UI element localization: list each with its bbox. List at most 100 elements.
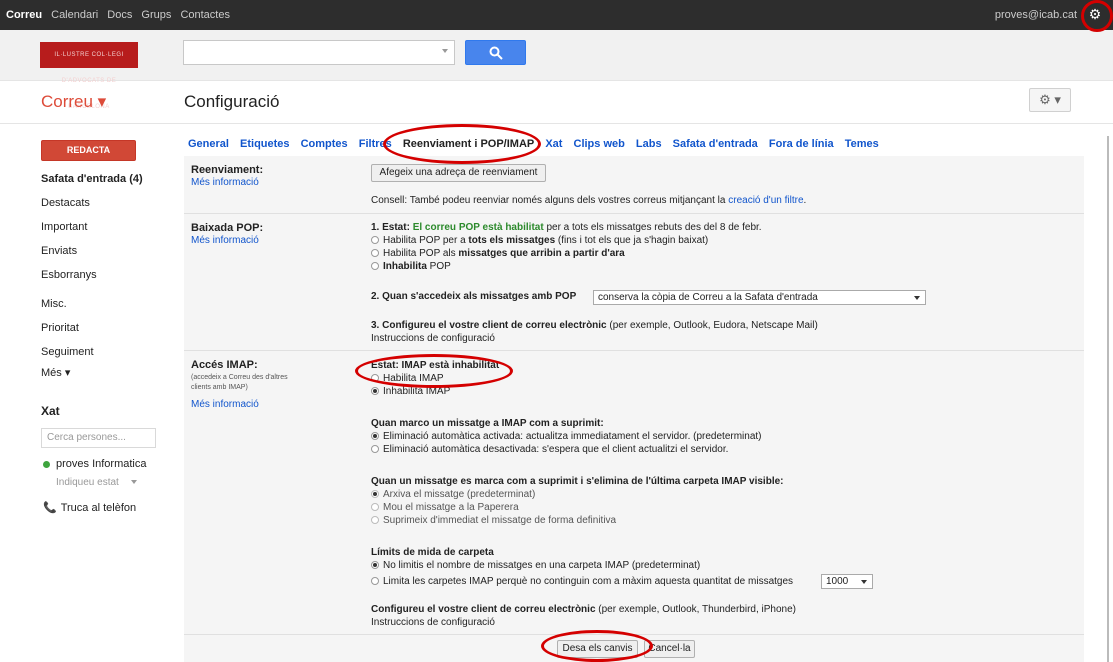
people-search-input[interactable]: Cerca persones... [41, 428, 156, 448]
nav-item-priority[interactable]: Prioritat [41, 322, 79, 334]
organization-logo[interactable]: IL·LUSTRE COL·LEGI D'ADVOCATS DE BARCELO… [40, 42, 138, 110]
app-link-docs[interactable]: Docs [107, 9, 132, 21]
app-link-groups[interactable]: Grups [141, 9, 171, 21]
nav-item-inbox[interactable]: Safata d'entrada (4) [41, 173, 143, 185]
tab-web-clips[interactable]: Clips web [574, 138, 625, 150]
pop-option-disable[interactable]: Inhabilita POP [371, 261, 451, 272]
tab-filters[interactable]: Filtres [359, 138, 392, 150]
option-text: POP [426, 261, 451, 272]
radio-button[interactable] [371, 249, 379, 257]
config-text: (per exemple, Outlook, Thunderbird, iPho… [595, 604, 796, 615]
option-text: Mou el missatge a la Paperera [383, 502, 519, 513]
header: IL·LUSTRE COL·LEGI D'ADVOCATS DE BARCELO… [0, 30, 1113, 110]
imap-enable-option[interactable]: Habilita IMAP [371, 373, 444, 384]
app-link-calendar[interactable]: Calendari [51, 9, 98, 21]
create-filter-link[interactable]: creació d'un filtre [728, 195, 803, 206]
radio-button[interactable] [371, 503, 379, 511]
option-text: Habilita POP als [383, 248, 459, 259]
section-divider [184, 634, 1084, 635]
tab-inbox[interactable]: Safata d'entrada [673, 138, 758, 150]
radio-button[interactable] [371, 374, 379, 382]
radio-button[interactable] [371, 577, 379, 585]
tab-forwarding-pop-imap[interactable]: Reenviament i POP/IMAP [403, 138, 534, 150]
pop-access-select[interactable]: conserva la còpia de Correu a la Safata … [593, 290, 926, 305]
page-title: Configuració [184, 92, 280, 111]
imap-disable-option[interactable]: Inhabilita IMAP [371, 386, 450, 397]
pop-more-info-link[interactable]: Més informació [191, 235, 259, 246]
option-text: (fins i tot els que ja s'hagin baixat) [555, 235, 709, 246]
save-changes-button[interactable]: Desa els canvis [557, 640, 638, 658]
account-gear-icon[interactable]: ⚙ [1087, 6, 1103, 22]
nav-item-misc[interactable]: Misc. [41, 298, 67, 310]
radio-button[interactable] [371, 561, 379, 569]
imap-archive-option[interactable]: Arxiva el missatge (predeterminat) [371, 489, 535, 500]
compose-button[interactable]: REDACTA [41, 140, 136, 161]
radio-button[interactable] [371, 432, 379, 440]
add-forwarding-address-button[interactable]: Afegeix una adreça de reenviament [371, 164, 546, 182]
tab-themes[interactable]: Temes [845, 138, 879, 150]
settings-tabs: General Etiquetes Comptes Filtres Reenvi… [188, 138, 887, 150]
imap-access-note: (accedeix a Correu des d'altres clients … [191, 374, 288, 391]
search-input[interactable] [183, 40, 455, 65]
imap-trash-option[interactable]: Mou el missatge a la Paperera [371, 502, 519, 513]
nav-item-drafts[interactable]: Esborranys [41, 269, 97, 281]
app-link-mail[interactable]: Correu [6, 9, 42, 21]
scrollbar[interactable] [1107, 136, 1109, 662]
radio-button[interactable] [371, 445, 379, 453]
chat-contact[interactable]: proves Informatica [43, 458, 146, 470]
tab-labels[interactable]: Etiquetes [240, 138, 290, 150]
imap-expunge-title: Quan un missatge es marca com a suprimit… [371, 476, 784, 487]
tab-labs[interactable]: Labs [636, 138, 662, 150]
nav-item-important[interactable]: Important [41, 221, 87, 233]
imap-delete-forever-option[interactable]: Suprimeix d'immediat el missatge de form… [371, 515, 616, 526]
tab-offline[interactable]: Fora de línia [769, 138, 834, 150]
pop-config-instructions-link[interactable]: Instruccions de configuració [371, 333, 495, 344]
app-link-contacts[interactable]: Contactes [180, 9, 230, 21]
radio-button[interactable] [371, 236, 379, 244]
user-account[interactable]: proves@icab.cat [995, 9, 1077, 21]
app-switcher[interactable]: Correu ▾ [41, 92, 106, 112]
option-text-bold: missatges que arribin a partir d'ara [458, 248, 625, 259]
pop-download-label: Baixada POP: [191, 222, 264, 234]
imap-autoexpunge-on[interactable]: Eliminació automàtica activada: actualit… [371, 431, 762, 442]
folder-limit-option[interactable]: Limita les carpetes IMAP perquè no conti… [371, 576, 793, 587]
search-button[interactable] [465, 40, 526, 65]
option-text: Habilita POP per a [383, 235, 469, 246]
call-phone-link[interactable]: 📞 Truca al telèfon [43, 501, 136, 514]
apps-menu: Correu Calendari Docs Grups Contactes [6, 9, 236, 21]
tab-accounts[interactable]: Comptes [301, 138, 348, 150]
config-text-bold: 3. Configureu el vostre client de correu… [371, 320, 607, 331]
section-divider [184, 213, 1084, 214]
nav-item-sent[interactable]: Enviats [41, 245, 77, 257]
status-selector[interactable]: Indiqueu estat [56, 477, 137, 488]
pop-status-enabled: El correu POP està habilitat [412, 222, 544, 233]
imap-more-info-link[interactable]: Més informació [191, 399, 259, 410]
settings-panel: Reenviament: Més informació Afegeix una … [184, 156, 1084, 662]
radio-button[interactable] [371, 387, 379, 395]
nav-item-more[interactable]: Més ▾ [41, 366, 70, 379]
pop-option-all[interactable]: Habilita POP per a tots els missatges (f… [371, 235, 708, 246]
tab-chat[interactable]: Xat [545, 138, 562, 150]
option-text-bold: Inhabilita [383, 261, 427, 272]
imap-autoexpunge-off[interactable]: Eliminació automàtica desactivada: s'esp… [371, 444, 728, 455]
folder-no-limit-option[interactable]: No limitis el nombre de missatges en una… [371, 560, 700, 571]
tab-general[interactable]: General [188, 138, 229, 150]
folder-limit-select[interactable]: 1000 [821, 574, 873, 589]
imap-config-instructions-link[interactable]: Instruccions de configuració [371, 617, 495, 628]
radio-button[interactable] [371, 262, 379, 270]
radio-button[interactable] [371, 516, 379, 524]
contact-name: proves Informatica [56, 458, 147, 470]
nav-item-starred[interactable]: Destacats [41, 197, 90, 209]
section-title: Quan marco un missatge a IMAP com a supr… [371, 418, 604, 429]
pop-option-new[interactable]: Habilita POP als missatges que arribin a… [371, 248, 625, 259]
search-options-chevron-icon[interactable] [442, 49, 448, 53]
nav-item-follow-up[interactable]: Seguiment [41, 346, 94, 358]
radio-button[interactable] [371, 490, 379, 498]
imap-access-label: Accés IMAP: [191, 359, 258, 371]
chat-title: Xat [41, 404, 60, 418]
chevron-down-icon [130, 480, 137, 485]
imap-client-config: Configureu el vostre client de correu el… [371, 604, 796, 615]
forwarding-more-info-link[interactable]: Més informació [191, 177, 259, 188]
settings-gear-button[interactable]: ⚙ ▾ [1029, 88, 1071, 112]
cancel-button[interactable]: Cancel·la [644, 640, 695, 658]
